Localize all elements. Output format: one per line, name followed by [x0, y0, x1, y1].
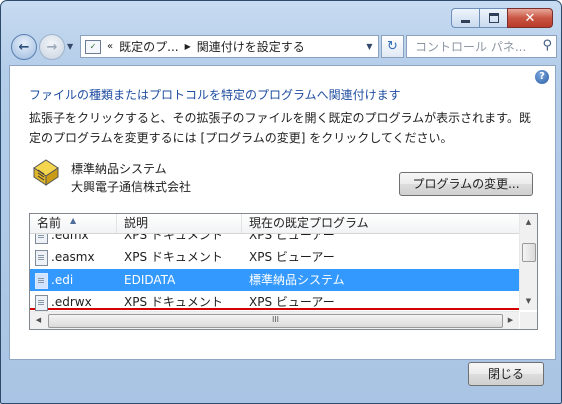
list-header: 名前 ▲ 説明 現在の既定プログラム	[30, 214, 519, 234]
minimize-icon	[461, 19, 470, 23]
scroll-up-icon[interactable]: ▲	[520, 214, 537, 231]
search-icon[interactable]: ⚲	[542, 38, 552, 53]
search-box[interactable]: コントロール パネ... ⚲	[406, 35, 557, 58]
history-dropdown-icon[interactable]: ▼	[67, 42, 73, 51]
refresh-button[interactable]: ↻	[381, 35, 404, 58]
maximize-icon	[488, 13, 499, 23]
horizontal-scrollbar[interactable]: ◀ III ▶	[30, 311, 519, 329]
breadcrumb-set-associations[interactable]: 関連付けを設定する	[197, 38, 305, 55]
table-row[interactable]: .edrwx XPS ドキュメント XPS ビューアー	[30, 291, 519, 312]
vertical-scrollbar[interactable]: ▲ ▼	[519, 214, 537, 310]
list-rows: .edmx XPS ドキュメント XPS ビューアー .easmx XPS ドキ…	[30, 234, 519, 312]
help-icon[interactable]: ?	[535, 70, 549, 84]
column-header-default-program[interactable]: 現在の既定プログラム	[242, 214, 519, 233]
back-arrow-icon: ←	[18, 39, 30, 55]
row-description: XPS ドキュメント	[124, 295, 223, 309]
close-window-button[interactable]: ✕	[507, 8, 553, 28]
breadcrumb-default-programs[interactable]: 既定のプ...	[119, 38, 178, 55]
row-program: XPS ビューアー	[249, 250, 335, 264]
table-row[interactable]: .easmx XPS ドキュメント XPS ビューアー	[30, 246, 519, 268]
program-name: 標準納品システム	[71, 162, 167, 176]
close-button[interactable]: 閉じる	[468, 362, 544, 386]
sort-ascending-icon: ▲	[70, 216, 77, 225]
row-name: .easmx	[51, 250, 95, 264]
maximize-button[interactable]	[479, 8, 507, 28]
address-bar[interactable]: ✓ « 既定のプ... ▶ 関連付けを設定する ▼	[80, 35, 379, 58]
navigation-bar: ← → ▼ ✓ « 既定のプ... ▶ 関連付けを設定する ▼ ↻ コントロール…	[9, 32, 557, 60]
scrollbar-corner	[520, 312, 537, 329]
row-name: .edi	[51, 273, 74, 287]
caption-buttons: ✕	[451, 8, 553, 28]
program-icon	[33, 159, 59, 186]
change-program-button[interactable]: プログラムの変更...	[399, 172, 533, 196]
program-company: 大興電子通信株式会社	[71, 180, 192, 194]
back-button[interactable]: ←	[11, 34, 37, 60]
row-name: .edmx	[51, 234, 89, 242]
row-description: XPS ドキュメント	[124, 250, 223, 264]
column-header-name[interactable]: 名前 ▲	[30, 214, 117, 233]
file-type-icon	[35, 295, 48, 311]
column-header-name-label: 名前	[37, 216, 62, 230]
column-header-description[interactable]: 説明	[117, 214, 242, 233]
vertical-scroll-thumb[interactable]	[522, 243, 536, 262]
row-description: XPS ドキュメント	[124, 234, 223, 242]
scroll-right-icon[interactable]: ▶	[502, 312, 519, 329]
table-row-selected[interactable]: .edi EDIDATA 標準納品システム	[30, 269, 519, 291]
scroll-left-icon[interactable]: ◀	[30, 312, 47, 329]
table-row[interactable]: .edmx XPS ドキュメント XPS ビューアー	[30, 234, 519, 246]
row-program: XPS ビューアー	[249, 234, 335, 242]
horizontal-scroll-thumb[interactable]: III	[48, 314, 503, 328]
file-type-icon	[35, 234, 48, 244]
row-program: 標準納品システム	[249, 273, 345, 287]
row-name: .edrwx	[51, 295, 92, 309]
scroll-down-icon[interactable]: ▼	[520, 293, 537, 310]
address-dropdown-icon[interactable]: ▼	[361, 36, 378, 57]
minimize-button[interactable]	[451, 8, 479, 28]
row-program: XPS ビューアー	[249, 295, 335, 309]
forward-arrow-icon: →	[46, 39, 58, 55]
search-input[interactable]: コントロール パネ...	[415, 38, 526, 55]
refresh-icon: ↻	[387, 39, 398, 54]
breadcrumb-separator-icon[interactable]: ▶	[185, 42, 191, 51]
page-description: 拡張子をクリックすると、その拡張子のファイルを開く既定のプログラムが表示されます…	[29, 111, 531, 145]
control-panel-icon: ✓	[85, 39, 101, 54]
control-panel-window: ✕ ← → ▼ ✓ « 既定のプ... ▶ 関連付けを設定する ▼ ↻ コントロ…	[0, 0, 562, 404]
row-description: EDIDATA	[124, 273, 176, 287]
page-heading: ファイルの種類またはプロトコルを特定のプログラムへ関連付けます	[29, 88, 401, 102]
content-pane: ? ファイルの種類またはプロトコルを特定のプログラムへ関連付けます 拡張子をクリ…	[9, 65, 556, 360]
file-type-icon	[35, 273, 48, 289]
forward-button[interactable]: →	[39, 34, 65, 60]
close-icon: ✕	[524, 10, 536, 26]
file-type-icon	[35, 250, 48, 266]
address-overflow-chevron[interactable]: «	[107, 41, 113, 52]
file-type-list[interactable]: 名前 ▲ 説明 現在の既定プログラム .edmx XPS ドキュメント XPS …	[29, 213, 538, 330]
